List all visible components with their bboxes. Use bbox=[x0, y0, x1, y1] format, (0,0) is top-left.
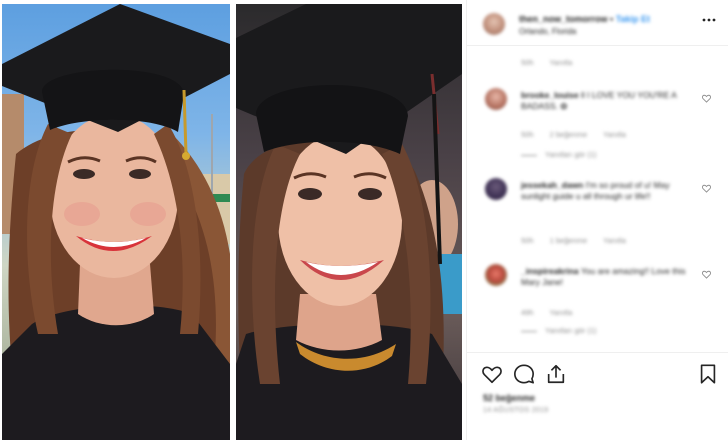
comment-icon[interactable] bbox=[513, 363, 535, 385]
post-header: then_now_tomorrow • Takip Et Orlando, Fl… bbox=[467, 0, 728, 46]
heart-icon[interactable] bbox=[702, 270, 711, 279]
action-bar: 52 beğenme 14 AĞUSTOS 2019 bbox=[467, 352, 728, 438]
comment-time: 49h bbox=[521, 308, 534, 317]
replies-divider bbox=[521, 154, 537, 156]
username-text[interactable]: then_now_tomorrow bbox=[519, 14, 608, 24]
comment-username[interactable]: brooke_louise bbox=[521, 90, 579, 100]
caption-meta: 50h Yanıtla bbox=[521, 58, 586, 67]
comment-time: 50h bbox=[521, 236, 534, 245]
share-icon[interactable] bbox=[545, 363, 567, 385]
photo-right bbox=[236, 4, 462, 440]
graduate-selfie-right-icon bbox=[236, 4, 462, 440]
avatar[interactable] bbox=[485, 178, 507, 200]
comment-reply-button[interactable]: Yanıtla bbox=[603, 130, 626, 139]
more-icon[interactable] bbox=[701, 14, 717, 24]
follow-separator: • bbox=[610, 14, 614, 24]
graduate-selfie-left-icon bbox=[2, 4, 230, 440]
bookmark-icon[interactable] bbox=[697, 363, 719, 385]
comment-likes[interactable]: 1 beğenme bbox=[550, 236, 588, 245]
view-replies-button[interactable]: Yanıtları gör (1) bbox=[521, 326, 597, 335]
avatar[interactable] bbox=[485, 88, 507, 110]
avatar[interactable] bbox=[483, 13, 505, 35]
comment-username[interactable]: jessekah_dawn bbox=[521, 180, 583, 190]
heart-icon[interactable] bbox=[481, 363, 503, 385]
follow-button[interactable]: Takip Et bbox=[616, 14, 650, 24]
post-date[interactable]: 14 AĞUSTOS 2019 bbox=[483, 407, 548, 414]
heart-icon[interactable] bbox=[702, 94, 711, 103]
comment-time: 50h bbox=[521, 130, 534, 139]
comment-text: _inspireakrina You are amazing!! Love th… bbox=[521, 266, 701, 288]
comment-meta: 49h Yanıtla bbox=[521, 308, 586, 317]
photo-left bbox=[2, 4, 230, 440]
heart-icon[interactable] bbox=[702, 184, 711, 193]
view-replies-button[interactable]: Yanıtları gör (1) bbox=[521, 150, 597, 159]
post-username[interactable]: then_now_tomorrow • Takip Et bbox=[519, 14, 650, 24]
comment-reply-button[interactable]: Yanıtla bbox=[549, 308, 572, 317]
comment-meta: 50h 1 beğenme Yanıtla bbox=[521, 236, 640, 245]
comment-username[interactable]: _inspireakrina bbox=[521, 266, 579, 276]
post-location[interactable]: Orlando, Florida bbox=[519, 27, 576, 36]
replies-divider bbox=[521, 330, 537, 332]
view-replies-label: Yanıtları gör (1) bbox=[545, 326, 597, 335]
post-image[interactable] bbox=[0, 0, 466, 440]
comment-text: jessekah_dawn I'm so proud of u! May sun… bbox=[521, 180, 701, 202]
comment-meta: 50h 2 beğenme Yanıtla bbox=[521, 130, 640, 139]
post-sidebar: then_now_tomorrow • Takip Et Orlando, Fl… bbox=[466, 0, 728, 440]
comment-reply-button[interactable]: Yanıtla bbox=[603, 236, 626, 245]
avatar[interactable] bbox=[485, 264, 507, 286]
view-replies-label: Yanıtları gör (1) bbox=[545, 150, 597, 159]
caption-time: 50h bbox=[521, 58, 534, 67]
comment-text: brooke_louise ll I LOVE YOU YOU'RE A BAD… bbox=[521, 90, 701, 112]
comment-likes[interactable]: 2 beğenme bbox=[550, 130, 588, 139]
caption-reply-button[interactable]: Yanıtla bbox=[549, 58, 572, 67]
likes-count[interactable]: 52 beğenme bbox=[483, 393, 535, 403]
